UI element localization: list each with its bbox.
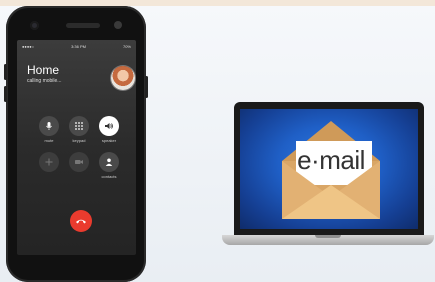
volume-up-button <box>4 64 7 80</box>
smartphone: ●●●●○ 3:36 PM 70% Home calling mobile...… <box>4 6 148 282</box>
status-time: 3:36 PM <box>71 43 86 49</box>
battery-indicator: 70% <box>122 43 131 49</box>
signal-indicator: ●●●●○ <box>22 43 35 49</box>
caller-name: Home <box>27 63 60 77</box>
speaker-button[interactable] <box>99 116 119 136</box>
add-call-icon <box>45 158 53 166</box>
laptop: e·mail <box>222 102 434 252</box>
mute-label: mute <box>44 138 54 143</box>
end-call-button[interactable] <box>70 210 92 232</box>
contacts-label: contacts <box>101 174 117 179</box>
keypad-icon <box>75 122 83 130</box>
video-icon <box>75 160 83 164</box>
laptop-opening-notch <box>315 235 341 238</box>
mute-button[interactable] <box>39 116 59 136</box>
video-button[interactable] <box>69 152 89 172</box>
keypad-label: keypad <box>72 138 86 143</box>
contacts-icon <box>105 158 113 166</box>
add-call-button[interactable] <box>39 152 59 172</box>
contacts-button[interactable] <box>99 152 119 172</box>
caller-avatar <box>111 66 135 90</box>
front-camera <box>30 21 39 30</box>
earpiece-speaker <box>66 23 100 28</box>
laptop-display: e·mail <box>240 109 418 229</box>
volume-down-button <box>4 86 7 102</box>
laptop-lid: e·mail <box>234 102 424 235</box>
speaker-label: speaker <box>101 138 117 143</box>
envelope-illustration: e·mail <box>272 119 390 221</box>
scene: ●●●●○ 3:36 PM 70% Home calling mobile...… <box>0 0 435 282</box>
power-button <box>145 76 148 98</box>
email-label: e·mail <box>297 144 365 175</box>
end-call-icon <box>76 219 86 224</box>
call-status: calling mobile... <box>27 78 62 84</box>
proximity-sensor <box>114 21 122 29</box>
phone-screen: ●●●●○ 3:36 PM 70% Home calling mobile...… <box>17 40 136 255</box>
laptop-base <box>222 235 434 245</box>
keypad-button[interactable] <box>69 116 89 136</box>
speaker-icon <box>105 123 113 129</box>
status-bar: ●●●●○ 3:36 PM 70% <box>17 42 136 50</box>
microphone-icon <box>46 122 52 130</box>
